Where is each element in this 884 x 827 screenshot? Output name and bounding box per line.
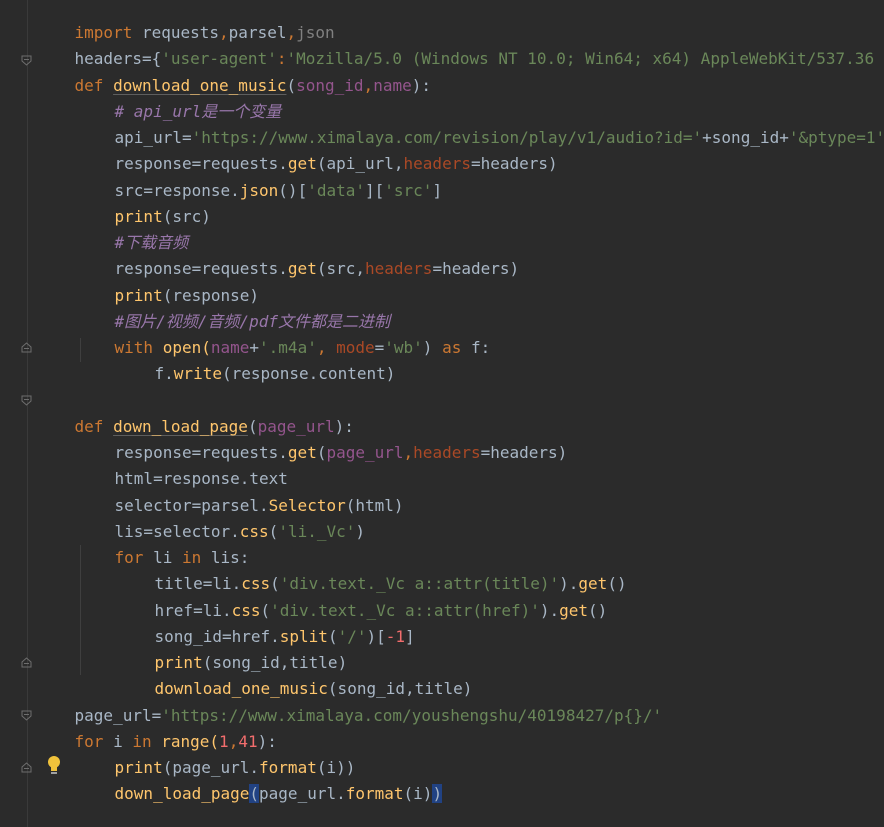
code-line[interactable]: print(page_url.format(i)) [76, 729, 356, 777]
identifier: =headers) [470, 154, 558, 173]
fold-icon[interactable] [21, 710, 32, 721]
code-line[interactable]: print(response) [76, 257, 260, 305]
fold-icon[interactable] [21, 55, 32, 66]
code-line[interactable]: title=li.css('div.text._Vc a::attr(title… [116, 545, 627, 593]
code-line[interactable]: with open(name+'.m4a', mode='wb') as f: [76, 309, 491, 357]
method: json [239, 181, 279, 200]
identifier: +song_id+ [702, 128, 789, 147]
code-line[interactable]: selector=parsel.Selector(html) [76, 467, 404, 515]
code-line[interactable]: import requests,parsel,json [36, 0, 335, 42]
parameter: name [373, 76, 412, 95]
code-line[interactable]: #下载音频 [76, 204, 189, 252]
string: '&ptype=1' [788, 128, 884, 147]
punct: ) [355, 522, 366, 541]
code-line[interactable]: href=li.css('div.text._Vc a::attr(href)'… [116, 572, 608, 620]
code-line[interactable]: #图片/视频/音频/pdf文件都是二进制 [76, 283, 390, 331]
code-line[interactable]: response=requests.get(api_url,headers=he… [76, 125, 558, 173]
identifier: (src, [316, 259, 365, 278]
method: get [559, 601, 589, 620]
code-line[interactable]: api_url='https://www.ximalaya.com/revisi… [76, 99, 884, 147]
method: write [173, 364, 222, 383]
punct: ). [539, 601, 560, 620]
identifier: f. [154, 364, 174, 383]
matched-bracket: ) [432, 784, 443, 803]
code-line[interactable]: download_one_music(song_id,title) [116, 650, 473, 698]
parameter: song_id [296, 76, 364, 95]
punct: )[ [366, 627, 386, 646]
fold-icon[interactable] [21, 395, 32, 406]
method: format [345, 784, 404, 803]
punct: ] [432, 181, 443, 200]
code-line[interactable]: print(song_id,title) [116, 624, 348, 672]
fold-icon[interactable] [21, 342, 32, 353]
method: get [287, 259, 317, 278]
punct: ) [422, 338, 443, 357]
function-call: down_load_page [114, 784, 250, 803]
code-line[interactable]: down_load_page(page_url.format(i)) [76, 755, 443, 803]
code-line[interactable]: def down_load_page(page_url): [36, 388, 354, 436]
punct: (i) [403, 784, 433, 803]
code-line[interactable]: page_url='https://www.ximalaya.com/yoush… [36, 677, 663, 725]
method: get [287, 443, 317, 462]
number: -1 [385, 627, 406, 646]
kwarg: headers [413, 443, 481, 462]
punct: ][ [365, 181, 385, 200]
code-line[interactable]: response=requests.get(page_url,headers=h… [76, 414, 568, 462]
identifier: =headers) [480, 443, 568, 462]
identifier: (response.content) [221, 364, 396, 383]
identifier: =headers) [432, 259, 520, 278]
code-line[interactable]: song_id=href.split('/')[-1] [116, 598, 415, 646]
code-line[interactable]: f.write(response.content) [116, 335, 396, 383]
code-line[interactable]: for i in range(1,41): [36, 703, 277, 751]
code-line[interactable]: headers={'user-agent':'Mozilla/5.0 (Wind… [36, 20, 884, 68]
punct: , [403, 443, 414, 462]
code-line[interactable]: def download_one_music(song_id,name): [36, 47, 431, 95]
code-line[interactable]: src=response.json()['data']['src'] [76, 152, 443, 200]
matched-bracket: ( [249, 784, 260, 803]
string: 'data' [307, 181, 365, 200]
punct: () [607, 574, 627, 593]
code-line[interactable]: for li in lis: [76, 519, 250, 567]
code-line[interactable]: # api_url是一个变量 [76, 73, 282, 121]
code-editor[interactable]: import requests,parsel,json headers={'us… [0, 0, 884, 827]
code-line[interactable]: html=response.text [76, 440, 288, 488]
kwarg: headers [365, 259, 433, 278]
keyword: as [442, 338, 462, 357]
string: 'src' [384, 181, 433, 200]
punct: ( [268, 522, 279, 541]
punct: ] [405, 627, 415, 646]
string: 'li._Vc' [278, 522, 356, 541]
identifier: page_url. [259, 784, 346, 803]
identifier: f: [461, 338, 491, 357]
gutter-separator [27, 0, 28, 827]
code-line[interactable]: response=requests.get(src,headers=header… [76, 230, 520, 278]
code-line[interactable]: lis=selector.css('li._Vc') [76, 493, 365, 541]
fold-icon[interactable] [21, 762, 32, 773]
punct: () [588, 601, 608, 620]
punct: ()[ [278, 181, 308, 200]
fold-icon[interactable] [21, 657, 32, 668]
code-line[interactable]: print(src) [76, 178, 211, 226]
parameter: page_url [326, 443, 404, 462]
